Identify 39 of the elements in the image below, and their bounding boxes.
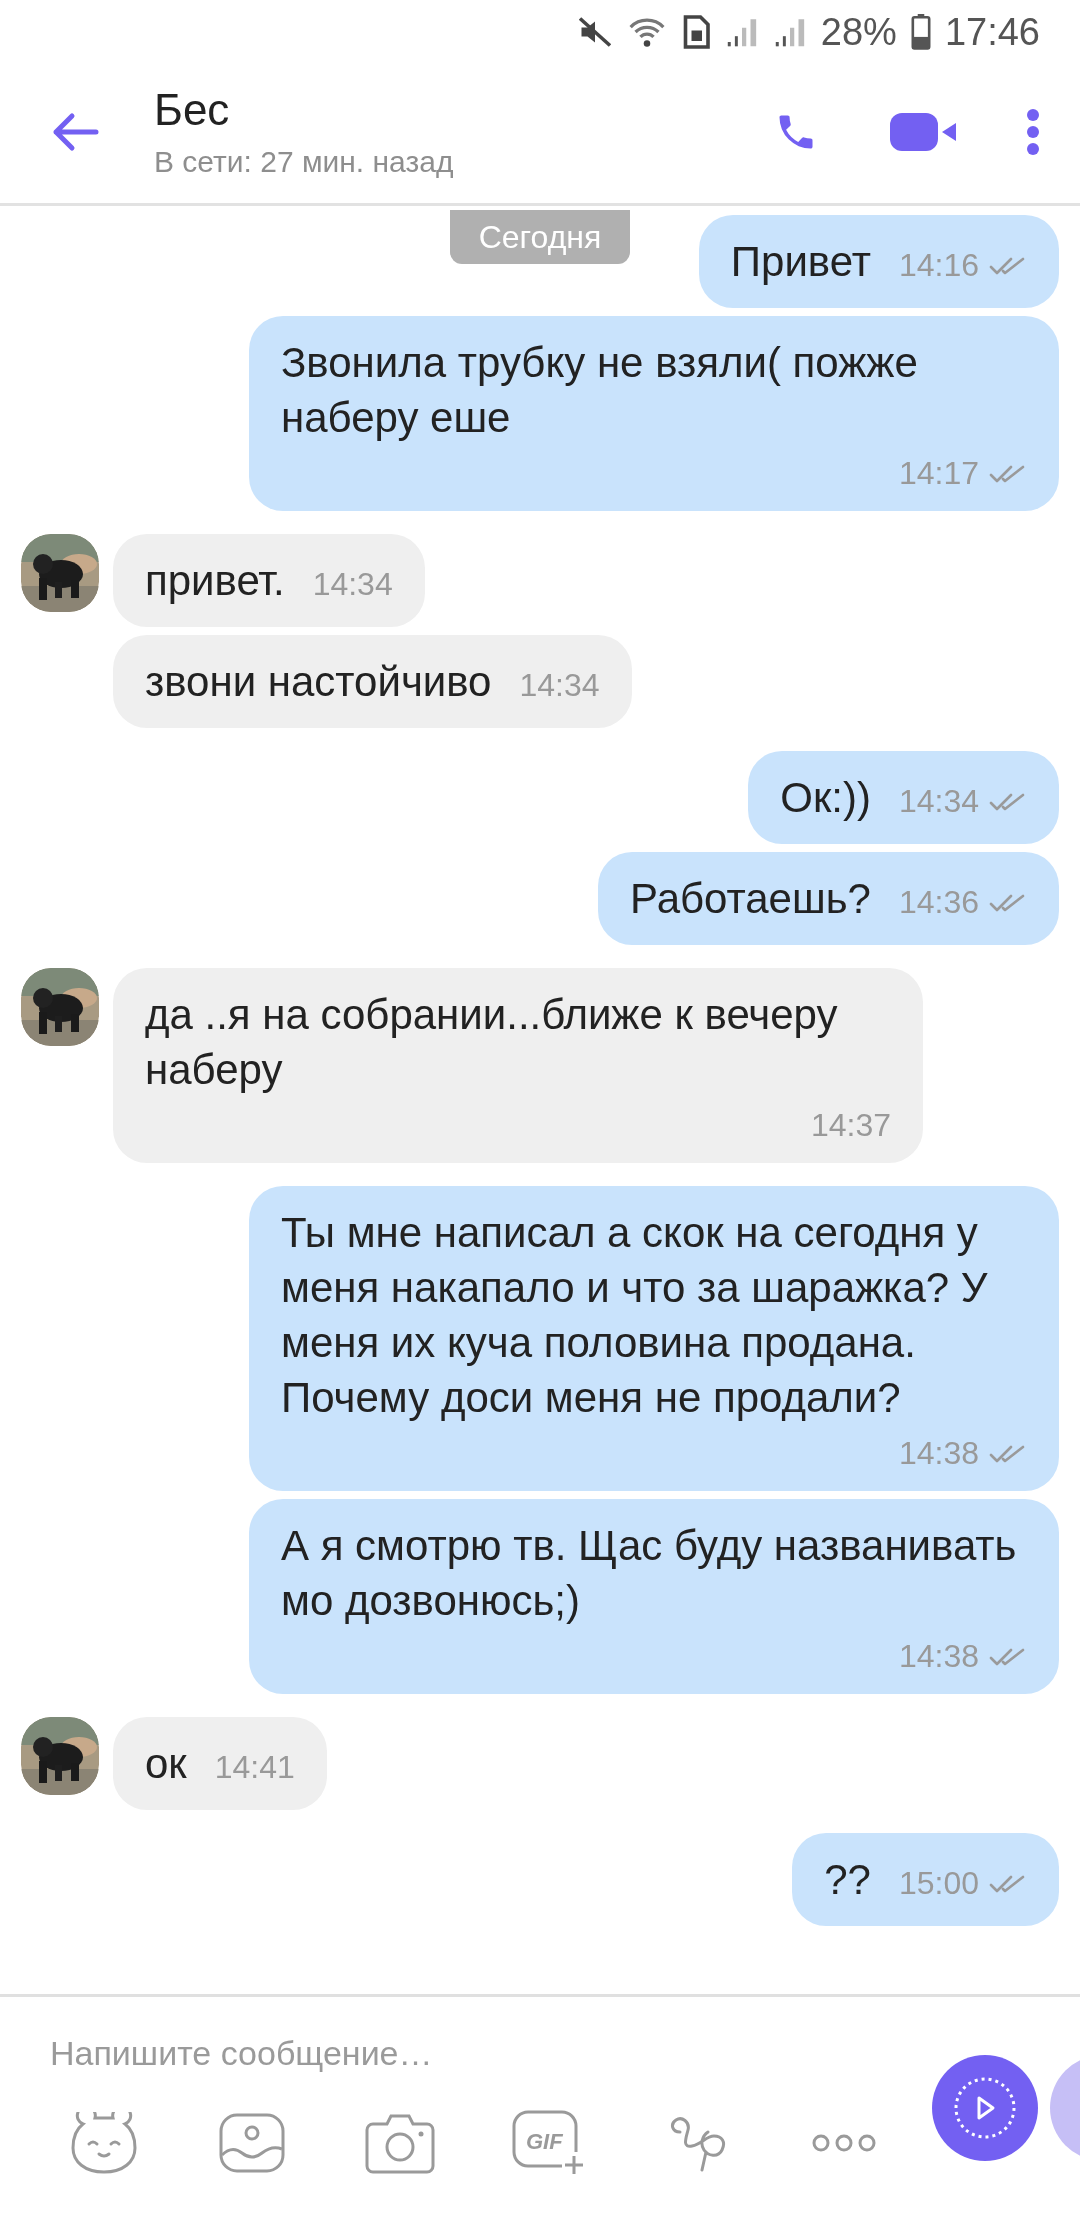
message-text: Ты мне написал а скок на сегодня у меня накапало и что за шаражка? У меня их куча половина продана. Почему доси меня не продали?	[281, 1208, 989, 1423]
message-time: 14:36	[898, 884, 979, 921]
message-text: ок	[145, 1739, 187, 1789]
message-time: 14:37	[810, 1107, 891, 1144]
message-text: да ..я на собрании...ближе к вечеру наберу	[145, 990, 839, 1095]
message-text: Привет	[730, 237, 871, 287]
message-time: 14:34	[312, 566, 393, 603]
message-time: 14:34	[519, 667, 600, 704]
message-time: 14:34	[898, 783, 979, 820]
message-text: Работаешь?	[630, 874, 871, 924]
clock-time: 17:46	[944, 10, 1040, 54]
message-text: привет.	[145, 556, 285, 606]
date-label: Сегодня	[450, 210, 630, 264]
message-bubble[interactable]: да ..я на собрании...ближе к вечеру наберу 14:37	[113, 968, 923, 1163]
message-bubble[interactable]: Привет 14:16	[698, 215, 1059, 308]
message-text: звони настойчиво	[145, 657, 492, 707]
message-bubble[interactable]: Ок:)) 14:34	[748, 751, 1059, 844]
message-time: 14:17	[898, 455, 979, 492]
message-bubble[interactable]: Работаешь? 14:36	[598, 852, 1059, 945]
last-seen-status: В сети: 27 мин. назад	[154, 144, 455, 179]
message-time: 14:16	[898, 247, 979, 284]
message-bubble[interactable]: привет. 14:34	[113, 534, 425, 627]
message-text: А я смотрю тв. Щас буду названивать мо дозвонюсь;)	[281, 1521, 1018, 1626]
message-bubble[interactable]: ок 14:41	[113, 1717, 327, 1810]
contact-name: Бес	[154, 84, 231, 135]
message-bubble[interactable]: звони настойчиво 14:34	[113, 635, 632, 728]
message-time: 15:00	[898, 1865, 979, 1902]
message-time: 14:38	[898, 1435, 979, 1472]
message-time: 14:38	[898, 1638, 979, 1675]
message-time: 14:41	[214, 1749, 295, 1786]
message-text: Ок:))	[780, 773, 871, 823]
message-bubble[interactable]: А я смотрю тв. Щас буду названивать мо дозвонюсь;) 14:38	[249, 1499, 1059, 1694]
message-text: Звонила трубку не взяли( пожже наберу еше	[281, 338, 919, 443]
message-text: ??	[824, 1855, 871, 1905]
battery-percent: 28%	[820, 10, 897, 54]
message-bubble[interactable]: Звонила трубку не взяли( пожже наберу еше 14:17	[249, 316, 1059, 511]
message-bubble[interactable]: ?? 15:00	[792, 1833, 1059, 1926]
message-bubble[interactable]: Ты мне написал а скок на сегодня у меня накапало и что за шаражка? У меня их куча половина продана. Почему доси меня не продали? 14:38	[249, 1186, 1059, 1491]
message-input[interactable]: Напишите сообщение…	[50, 2023, 850, 2083]
